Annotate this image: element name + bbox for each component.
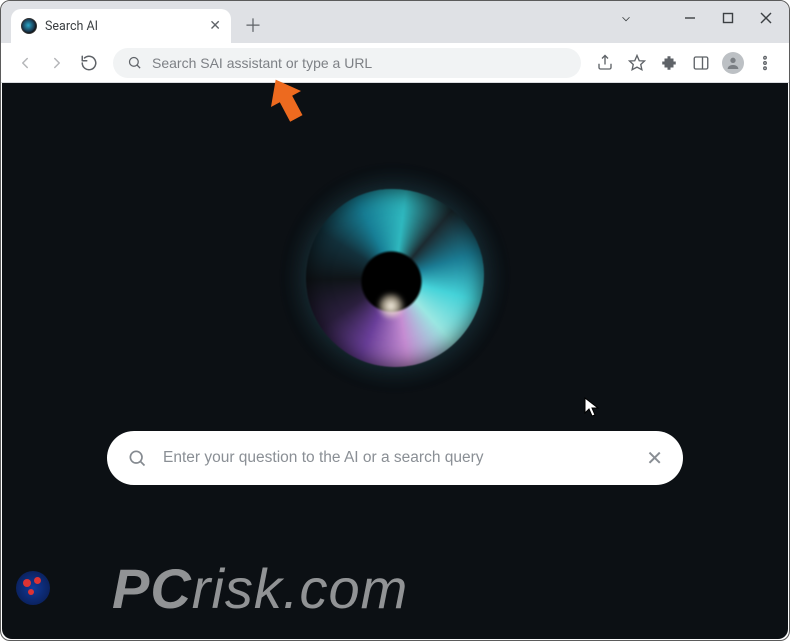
omnibox[interactable] — [113, 48, 581, 78]
brand-logo — [300, 183, 490, 373]
tab-title: Search AI — [45, 19, 201, 34]
page-search-bar[interactable]: ✕ — [107, 431, 683, 485]
omnibox-input[interactable] — [152, 55, 567, 71]
clear-icon[interactable]: ✕ — [646, 446, 663, 470]
minimize-button[interactable] — [673, 5, 707, 31]
side-panel-button[interactable] — [687, 49, 715, 77]
watermark-logo-icon — [16, 571, 50, 605]
page-viewport: ✕ PCrisk.com — [2, 83, 788, 639]
profile-button[interactable] — [719, 49, 747, 77]
back-button[interactable] — [11, 49, 39, 77]
bookmark-star-button[interactable] — [623, 49, 651, 77]
watermark-text: PCrisk.com — [112, 556, 408, 621]
chrome-menu-button[interactable] — [751, 49, 779, 77]
window-titlebar: Search AI ✕ ＋ — [1, 1, 789, 43]
search-icon — [127, 55, 142, 70]
extensions-button[interactable] — [655, 49, 683, 77]
browser-toolbar — [1, 43, 789, 83]
reload-button[interactable] — [75, 49, 103, 77]
browser-tab[interactable]: Search AI ✕ — [11, 9, 231, 43]
search-icon — [127, 448, 147, 468]
tab-search-button[interactable] — [619, 11, 633, 30]
mouse-cursor-icon — [584, 397, 600, 423]
close-window-button[interactable] — [749, 5, 783, 31]
close-tab-icon[interactable]: ✕ — [209, 19, 221, 33]
share-button[interactable] — [591, 49, 619, 77]
maximize-button[interactable] — [711, 5, 745, 31]
page-search-input[interactable] — [163, 449, 630, 467]
forward-button[interactable] — [43, 49, 71, 77]
tab-favicon — [21, 18, 37, 34]
new-tab-button[interactable]: ＋ — [241, 13, 265, 37]
